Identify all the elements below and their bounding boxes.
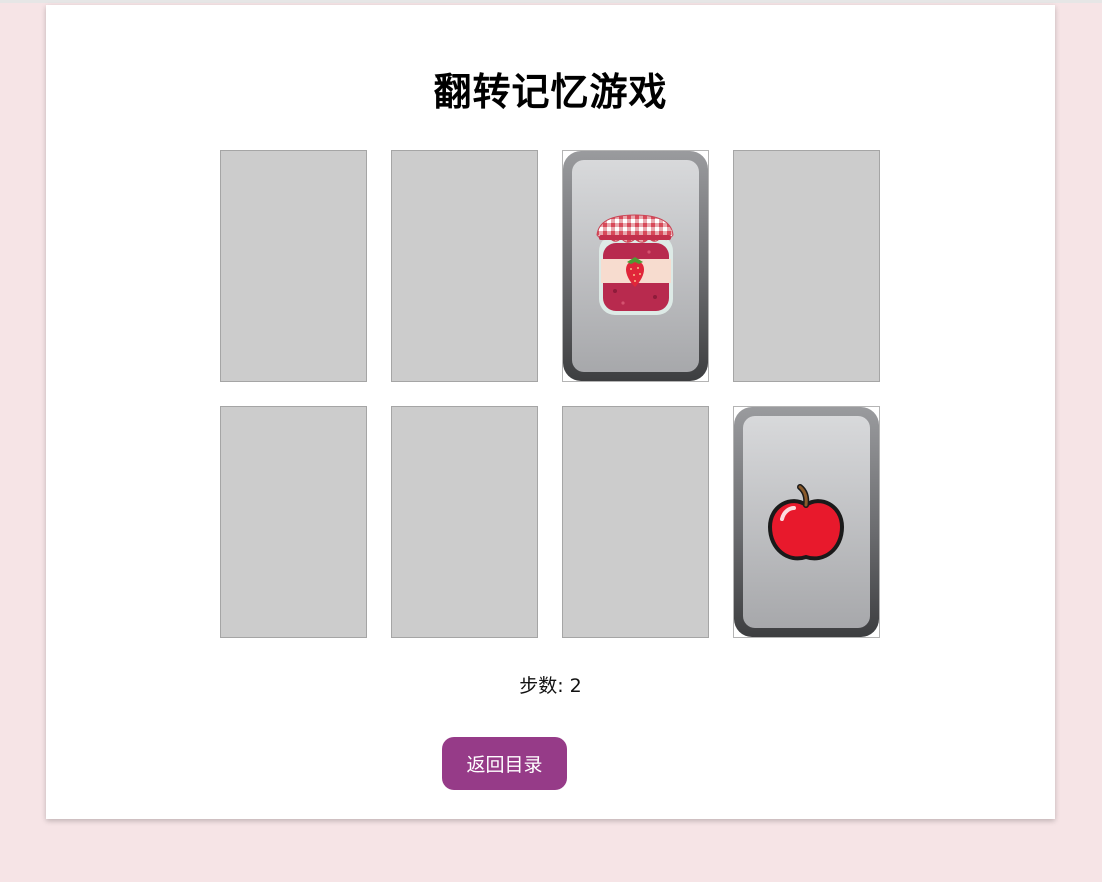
top-border-line bbox=[0, 0, 1102, 3]
game-panel: 翻转记忆游戏 步数: 2 bbox=[46, 5, 1055, 819]
red-apple-icon bbox=[734, 407, 879, 637]
strawberry-jam-jar-icon bbox=[563, 151, 708, 381]
card-7[interactable] bbox=[562, 406, 709, 638]
steps-value: 2 bbox=[569, 675, 582, 697]
card-5[interactable] bbox=[220, 406, 367, 638]
card-4[interactable] bbox=[733, 150, 880, 382]
card-3[interactable] bbox=[562, 150, 709, 382]
card-2[interactable] bbox=[391, 150, 538, 382]
card-grid bbox=[220, 150, 881, 638]
steps-label: 步数: bbox=[519, 675, 564, 697]
step-counter: 步数: 2 bbox=[46, 671, 1055, 698]
page-title: 翻转记忆游戏 bbox=[433, 70, 668, 114]
back-to-menu-button[interactable]: 返回目录 bbox=[442, 737, 567, 790]
card-6[interactable] bbox=[391, 406, 538, 638]
card-8[interactable] bbox=[733, 406, 880, 638]
card-1[interactable] bbox=[220, 150, 367, 382]
